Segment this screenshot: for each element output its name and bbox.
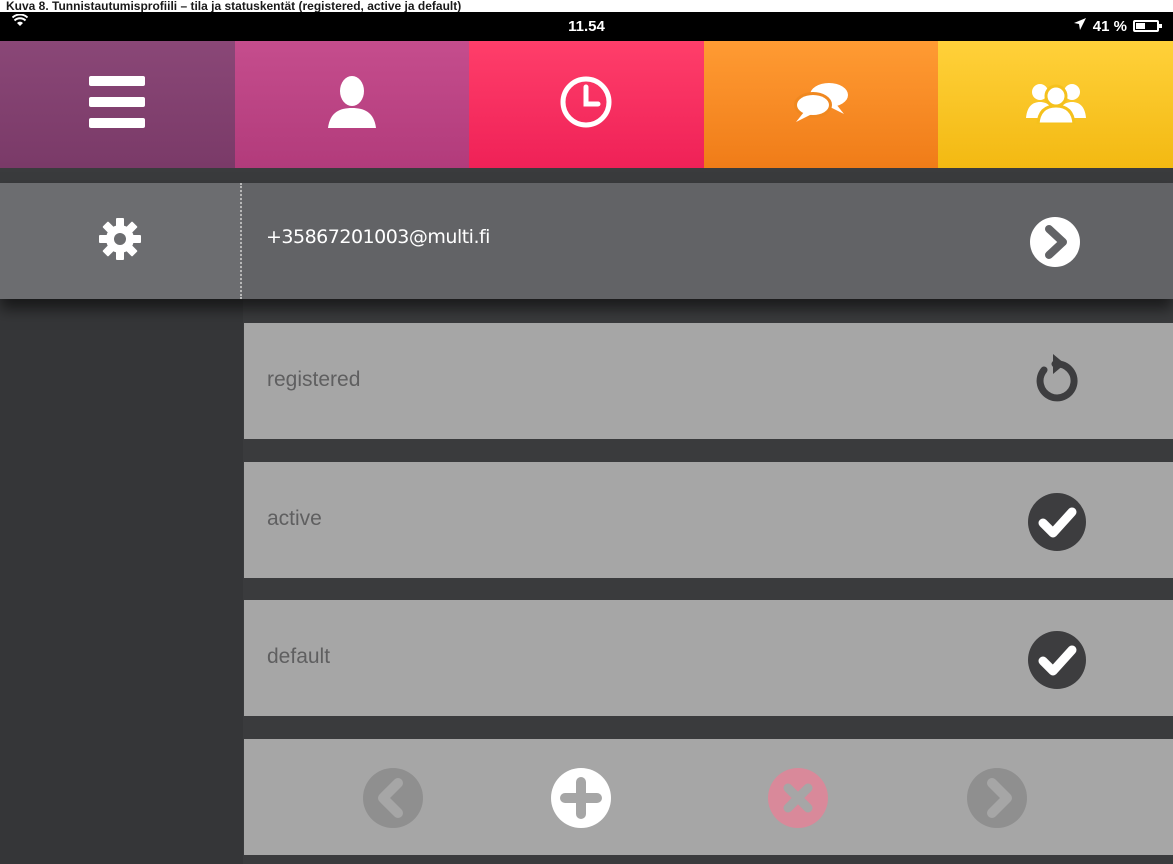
account-address: +35867201003@multi.fi [266,226,490,248]
previous-icon[interactable] [362,767,424,834]
location-icon [1073,17,1087,35]
status-label: active [267,507,322,530]
add-icon[interactable] [550,767,612,834]
tab-chat[interactable] [703,41,939,168]
status-time: 11.54 [568,18,605,35]
tab-groups[interactable] [938,41,1173,168]
person-icon [324,74,380,135]
next-icon[interactable] [966,767,1028,834]
battery-icon [1133,20,1162,32]
gear-icon [98,217,142,266]
refresh-icon[interactable] [1027,353,1083,414]
sidebar-background [0,299,243,864]
tab-profile[interactable] [234,41,470,168]
chevron-right-icon[interactable] [1029,216,1081,273]
status-row-registered[interactable]: registered [244,323,1173,439]
status-label: registered [267,368,361,391]
status-row-default[interactable]: default [244,600,1173,716]
tab-bar [0,41,1173,168]
action-toolbar [244,739,1173,855]
account-bar: +35867201003@multi.fi [0,183,1173,299]
check-icon[interactable] [1027,492,1087,557]
hamburger-menu-icon [89,76,146,133]
battery-percent: 41 % [1092,17,1127,35]
group-icon [1024,80,1088,129]
tab-history[interactable] [469,41,704,168]
delete-icon[interactable] [767,767,829,834]
settings-button[interactable] [0,183,242,299]
clock-icon [558,74,614,135]
chat-bubbles-icon [792,80,850,129]
status-bar: 11.54 41 % [0,12,1173,41]
figure-caption: Kuva 8. Tunnistautumisprofiili – tila ja… [0,0,1173,12]
check-icon[interactable] [1027,630,1087,695]
tab-menu[interactable] [0,41,235,168]
status-row-active[interactable]: active [244,462,1173,578]
status-label: default [267,645,331,668]
